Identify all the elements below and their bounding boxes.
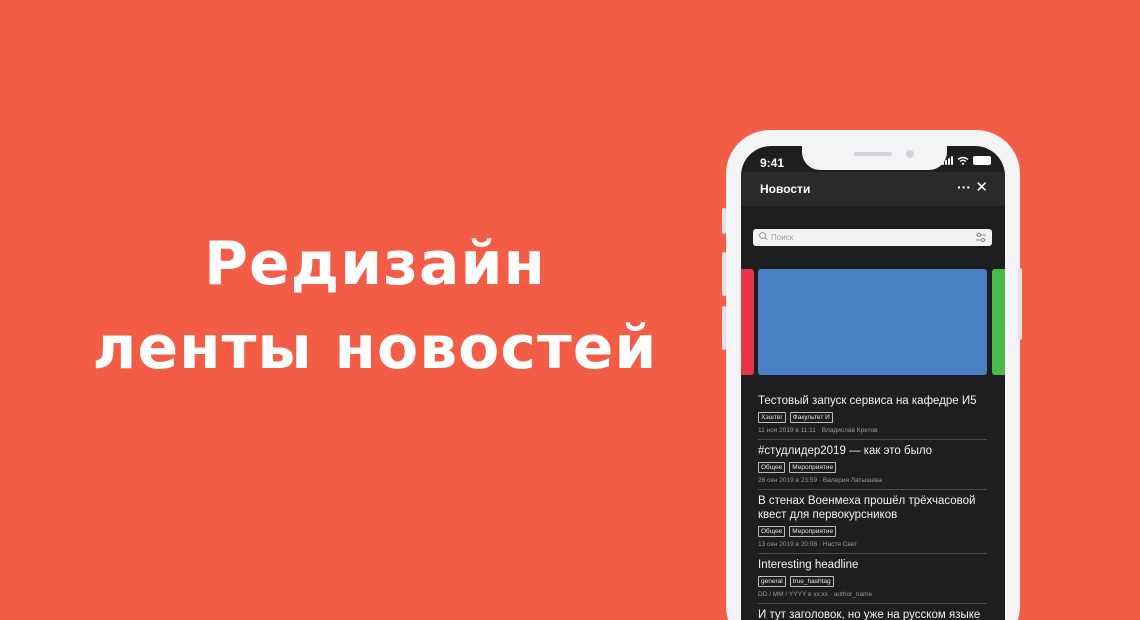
news-meta: 13 сен 2019 в 20:08 · Настя Свет [758, 541, 858, 548]
news-title: В стенах Военмеха прошёл трёхчасовой кве… [758, 495, 976, 521]
news-item[interactable]: Interesting headline general true_hashta… [758, 558, 987, 604]
speaker-grille [854, 152, 892, 156]
news-meta: 11 ноя 2019 в 11:11 · Владислав Кретов [758, 427, 878, 434]
news-item[interactable]: #студлидер2019 — как это было Общее Меро… [758, 444, 987, 490]
status-icons [942, 156, 991, 165]
close-icon[interactable]: ✕ [975, 178, 988, 196]
search-icon [759, 232, 768, 241]
more-dots-icon[interactable]: ··· [957, 179, 971, 195]
phone-notch [802, 146, 947, 170]
news-date: 11 ноя 2019 в 11:11 [758, 427, 816, 434]
news-tag[interactable]: Мероприятие [789, 462, 837, 473]
phone-power-button [1018, 268, 1022, 340]
filter-icon[interactable] [976, 232, 986, 243]
news-tags: Общее Мероприятие [758, 462, 987, 473]
news-date: 13 сен 2019 в 20:08 [758, 541, 818, 548]
news-title: Тестовый запуск сервиса на кафедре И5 [758, 395, 977, 407]
hero-line-1: Редизайн [203, 229, 546, 299]
news-item[interactable]: Тестовый запуск сервиса на кафедре И5 Хэ… [758, 394, 987, 440]
search-bar[interactable] [753, 229, 992, 246]
phone-silent-switch [722, 208, 726, 234]
hero-heading: Редизайн ленты новостей [60, 222, 690, 390]
battery-icon [973, 156, 991, 165]
news-author: Настя Свет [822, 541, 858, 548]
phone-volume-down [722, 306, 726, 350]
news-date: 26 сен 2019 в 23:59 [758, 477, 818, 484]
news-item[interactable]: В стенах Военмеха прошёл трёхчасовой кве… [758, 494, 987, 554]
news-title: И тут заголовок, но уже на русском языке [758, 609, 981, 620]
wifi-icon [957, 156, 969, 165]
news-tags: general true_hashtag [758, 576, 987, 587]
news-tag[interactable]: Хэштег [758, 412, 786, 423]
signal-icon [942, 156, 953, 165]
news-date: DD / MM / YYYY в xx:xx [758, 591, 829, 598]
news-tag[interactable]: Факультет И [789, 412, 833, 423]
carousel-card-previous[interactable] [741, 269, 754, 375]
news-title: #студлидер2019 — как это было [758, 445, 933, 457]
status-time: 9:41 [760, 156, 785, 170]
news-title: Interesting headline [758, 559, 859, 571]
search-input[interactable] [771, 229, 961, 246]
news-tags: Хэштег Факультет И [758, 412, 987, 423]
news-tag[interactable]: general [758, 576, 786, 587]
news-author: Валерия Латышева [822, 477, 883, 484]
app-header: Новости ··· ✕ [741, 172, 1005, 206]
news-author: Владислав Кретов [821, 427, 878, 434]
front-camera [906, 150, 914, 158]
carousel-card-next[interactable] [992, 269, 1005, 375]
news-tag[interactable]: true_hashtag [789, 576, 834, 587]
page-title: Новости [760, 182, 811, 196]
news-tags: Общее Мероприятие [758, 526, 987, 537]
news-list: Тестовый запуск сервиса на кафедре И5 Хэ… [758, 394, 987, 620]
news-item[interactable]: И тут заголовок, но уже на русском языке [758, 608, 987, 620]
phone-volume-up [722, 252, 726, 296]
news-tag[interactable]: Общее [758, 526, 786, 537]
hero-line-2: ленты новостей [92, 313, 658, 383]
carousel-card-current[interactable] [758, 269, 987, 375]
phone-screen: 9:41 Новости ··· ✕ Поиск Тестовый запуск… [741, 146, 1005, 620]
news-meta: 26 сен 2019 в 23:59 · Валерия Латышева [758, 477, 883, 484]
news-tag[interactable]: Мероприятие [789, 526, 837, 537]
news-author: author_name [833, 591, 873, 598]
news-meta: DD / MM / YYYY в xx:xx · author_name [758, 591, 873, 598]
news-tag[interactable]: Общее [758, 462, 786, 473]
